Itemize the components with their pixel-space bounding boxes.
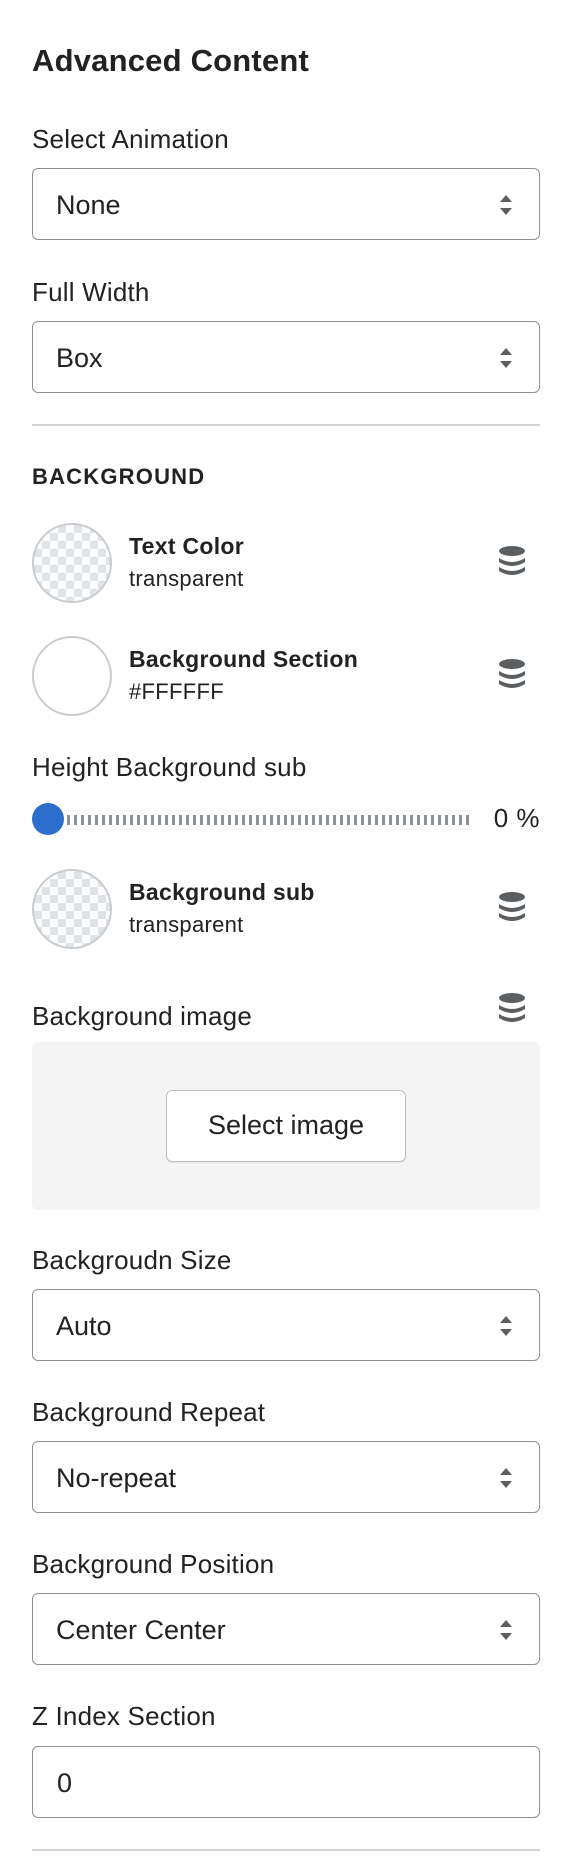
- database-icon[interactable]: [497, 891, 527, 923]
- background-repeat-dropdown[interactable]: No-repeat: [32, 1441, 540, 1513]
- select-arrows-icon: [500, 1468, 512, 1488]
- background-repeat-label: Background Repeat: [32, 1397, 266, 1427]
- select-image-button[interactable]: Select image: [166, 1090, 406, 1162]
- background-size-label: Backgroudn Size: [32, 1245, 232, 1275]
- background-position-value: Center Center: [56, 1615, 226, 1645]
- background-section-swatch[interactable]: [32, 636, 112, 716]
- select-arrows-icon: [500, 348, 512, 368]
- background-heading: BACKGROUND: [32, 464, 206, 489]
- select-arrows-icon: [500, 1620, 512, 1640]
- background-sub-value: transparent: [129, 912, 244, 937]
- background-repeat-value: No-repeat: [56, 1463, 177, 1493]
- database-icon[interactable]: [497, 658, 527, 690]
- select-animation-value: None: [56, 190, 121, 220]
- full-width-value: Box: [56, 343, 103, 373]
- select-animation-label: Select Animation: [32, 124, 229, 154]
- background-image-dropzone: Select image: [32, 1042, 540, 1210]
- height-slider-value: 0 %: [493, 803, 540, 833]
- section-divider-bottom: [32, 1849, 540, 1851]
- full-width-dropdown[interactable]: Box: [32, 321, 540, 393]
- background-sub-swatch[interactable]: [32, 869, 112, 949]
- section-divider: [32, 424, 540, 426]
- background-section-value: #FFFFFF: [129, 679, 224, 704]
- height-slider-thumb[interactable]: [32, 803, 64, 835]
- panel-title: Advanced Content: [32, 43, 310, 78]
- background-position-dropdown[interactable]: Center Center: [32, 1593, 540, 1665]
- background-section-name: Background Section: [129, 646, 359, 672]
- z-index-value: 0: [57, 1768, 73, 1798]
- text-color-swatch[interactable]: [32, 523, 112, 603]
- background-image-label: Background image: [32, 1001, 252, 1031]
- z-index-input[interactable]: 0: [32, 1746, 540, 1818]
- full-width-label: Full Width: [32, 277, 150, 307]
- background-position-label: Background Position: [32, 1549, 275, 1579]
- height-slider-track[interactable]: [46, 815, 471, 825]
- select-arrows-icon: [500, 1316, 512, 1336]
- text-color-name: Text Color: [129, 533, 245, 559]
- height-background-sub-label: Height Background sub: [32, 752, 307, 782]
- background-size-dropdown[interactable]: Auto: [32, 1289, 540, 1361]
- z-index-label: Z Index Section: [32, 1701, 216, 1731]
- background-size-value: Auto: [56, 1311, 112, 1341]
- database-icon[interactable]: [497, 545, 527, 577]
- select-arrows-icon: [500, 195, 512, 215]
- text-color-value: transparent: [129, 566, 244, 591]
- database-icon[interactable]: [497, 992, 527, 1024]
- select-animation-dropdown[interactable]: None: [32, 168, 540, 240]
- background-sub-name: Background sub: [129, 879, 315, 905]
